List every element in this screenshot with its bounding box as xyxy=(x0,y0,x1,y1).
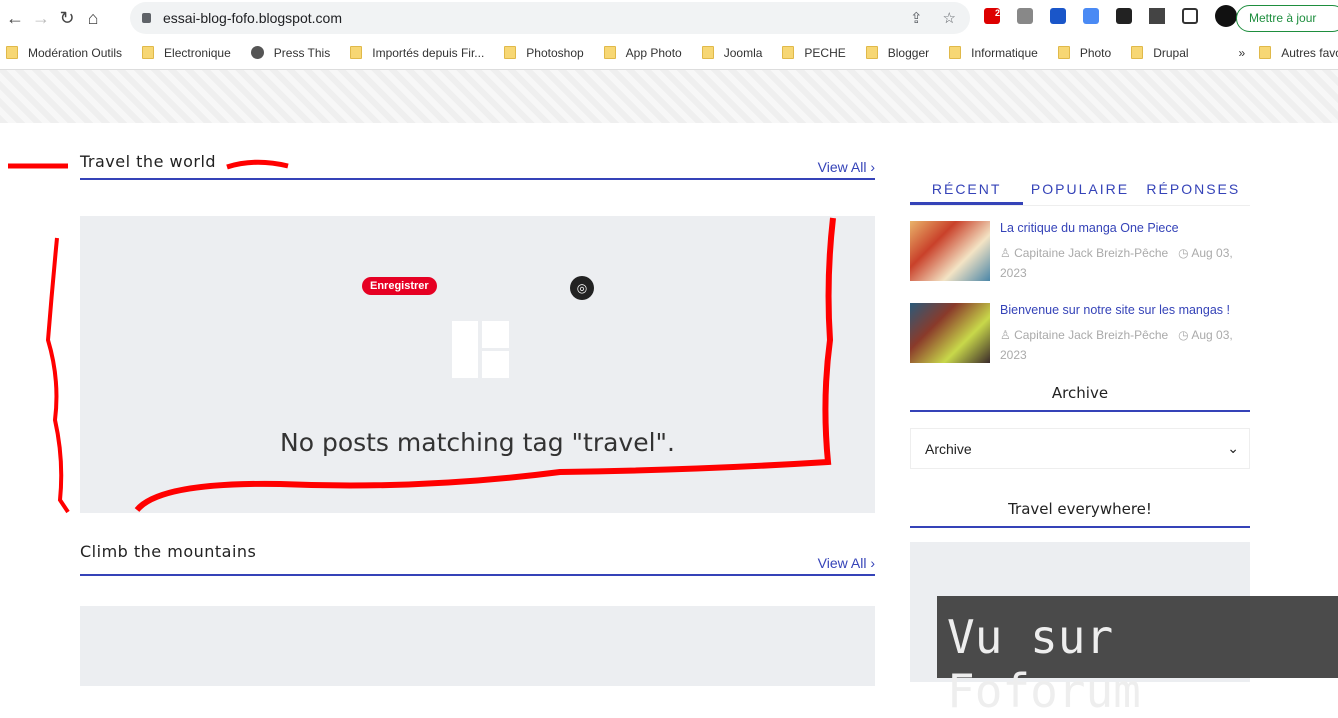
translate-a-extension-icon[interactable] xyxy=(1050,8,1066,24)
section-title: Climb the mountains xyxy=(80,542,257,561)
opera-extension-icon[interactable]: 2 xyxy=(984,8,1000,24)
bookmark-label: Photo xyxy=(1079,45,1112,60)
extension-icon[interactable] xyxy=(1116,8,1132,24)
pinterest-save-button[interactable]: Enregistrer xyxy=(362,277,437,295)
tab-recent[interactable]: RÉCENT xyxy=(910,176,1024,205)
bookmark-label: Blogger xyxy=(887,45,930,60)
bookmark-item[interactable]: Photoshop xyxy=(504,45,584,60)
bookmark-label: App Photo xyxy=(625,45,682,60)
watermark: Vu sur Foforum xyxy=(937,596,1338,718)
view-all-link[interactable]: View All › xyxy=(818,159,875,175)
google-translate-icon[interactable] xyxy=(1083,8,1099,24)
folder-icon xyxy=(865,46,878,59)
no-posts-message: No posts matching tag "travel". xyxy=(280,428,675,457)
header-banner xyxy=(0,70,1338,123)
list-item: Bienvenue sur notre site sur les mangas … xyxy=(910,303,1250,363)
fb-extension-icon[interactable] xyxy=(1017,8,1033,24)
more-bookmarks-button[interactable]: » xyxy=(1239,46,1246,60)
tab-popular[interactable]: POPULAIRE xyxy=(1023,176,1136,205)
lock-icon xyxy=(142,13,151,23)
folder-icon xyxy=(701,46,714,59)
folder-icon xyxy=(782,46,795,59)
folder-icon xyxy=(949,46,962,59)
bookmark-item[interactable]: PECHE xyxy=(782,45,846,60)
puzzle-icon[interactable] xyxy=(1149,8,1165,24)
lens-icon[interactable]: ◎ xyxy=(570,276,594,300)
bookmark-label: Importés depuis Fir... xyxy=(372,45,485,60)
folder-icon xyxy=(1259,46,1272,59)
bookmark-label: PECHE xyxy=(804,45,846,60)
post-author: Capitaine Jack Breizh-Pêche xyxy=(1014,246,1169,260)
post-thumbnail[interactable] xyxy=(910,303,990,363)
bookmark-item[interactable]: Blogger xyxy=(865,45,930,60)
globe-icon xyxy=(250,46,264,59)
bookmark-item[interactable]: Informatique xyxy=(949,46,1038,60)
folder-icon xyxy=(504,46,517,59)
placeholder-image-icon xyxy=(452,321,509,378)
folder-icon xyxy=(1131,46,1144,59)
bookmarks-bar: Modération Outils Electronique Press This I… xyxy=(0,36,1338,70)
archive-select[interactable]: Archive ⌄ xyxy=(910,428,1250,469)
folder-icon xyxy=(1057,46,1070,59)
bookmark-label: Joomla xyxy=(723,45,763,60)
home-icon[interactable]: ⌂ xyxy=(82,8,104,29)
post-meta: ♙ Capitaine Jack Breizh-Pêche ◷ Aug 03, … xyxy=(1000,328,1233,362)
archive-title: Archive xyxy=(910,384,1250,412)
folder-icon xyxy=(350,46,363,59)
post-meta: ♙ Capitaine Jack Breizh-Pêche ◷ Aug 03, … xyxy=(1000,246,1233,280)
folder-icon xyxy=(142,46,155,59)
empty-posts-box: Enregistrer ◎ No posts matching tag "tra… xyxy=(80,216,875,513)
posts-box xyxy=(80,606,875,686)
tab-replies[interactable]: RÉPONSES xyxy=(1137,176,1250,205)
view-all-link[interactable]: View All › xyxy=(818,555,875,571)
section-title: Travel the world xyxy=(80,152,217,171)
bookmark-label: Press This xyxy=(273,45,331,60)
archive-select-value: Archive xyxy=(925,441,972,457)
reload-icon[interactable]: ↻ xyxy=(56,8,78,29)
address-bar[interactable]: essai-blog-fofo.blogspot.com ⇪ ☆ xyxy=(130,2,970,34)
back-icon[interactable]: ← xyxy=(4,8,26,29)
bookmark-label: Autres favoris xyxy=(1281,45,1338,60)
folder-icon xyxy=(603,46,616,59)
post-author: Capitaine Jack Breizh-Pêche xyxy=(1014,328,1169,342)
post-title-link[interactable]: Bienvenue sur notre site sur les mangas … xyxy=(1000,303,1230,317)
url-text: essai-blog-fofo.blogspot.com xyxy=(163,10,342,26)
browser-toolbar: ← → ↻ ⌂ essai-blog-fofo.blogspot.com ⇪ ☆ … xyxy=(0,0,1338,36)
bookmark-label: Drupal xyxy=(1153,45,1189,60)
avatar[interactable] xyxy=(1215,5,1237,27)
star-icon[interactable]: ☆ xyxy=(943,9,956,27)
list-item: La critique du manga One Piece ♙ Capitai… xyxy=(910,221,1250,281)
bookmark-label: Electronique xyxy=(164,45,231,60)
bookmark-item[interactable]: Joomla xyxy=(701,45,763,60)
section-header-travel: Travel the world View All › xyxy=(80,152,875,180)
bookmark-label: Modération Outils xyxy=(28,45,123,60)
sidebar-icon[interactable] xyxy=(1182,8,1198,24)
travel-widget-title: Travel everywhere! xyxy=(910,500,1250,528)
bookmark-label: Photoshop xyxy=(526,45,584,60)
bookmark-label: Informatique xyxy=(971,45,1038,60)
bookmark-item[interactable]: Importés depuis Fir... xyxy=(350,46,484,60)
chevron-down-icon: ⌄ xyxy=(1227,440,1239,456)
share-icon[interactable]: ⇪ xyxy=(910,9,923,27)
bookmark-item[interactable]: Photo xyxy=(1057,45,1112,60)
post-title-link[interactable]: La critique du manga One Piece xyxy=(1000,221,1179,235)
update-button[interactable]: Mettre à jour xyxy=(1236,5,1338,32)
bookmark-item[interactable]: Press This xyxy=(250,45,331,60)
bookmark-item[interactable]: App Photo xyxy=(603,45,682,60)
forward-icon[interactable]: → xyxy=(30,8,52,29)
extensions: 2 xyxy=(984,5,1237,27)
post-thumbnail[interactable] xyxy=(910,221,990,281)
folder-icon xyxy=(6,46,18,59)
bookmark-item[interactable]: Electronique xyxy=(142,46,231,60)
bookmark-item[interactable]: Drupal xyxy=(1131,45,1189,60)
other-bookmarks[interactable]: Autres favoris xyxy=(1259,46,1338,60)
bookmark-item[interactable]: Modération Outils xyxy=(6,46,122,60)
sidebar-tabs: RÉCENT POPULAIRE RÉPONSES xyxy=(910,176,1250,206)
section-header-mountains: Climb the mountains View All › xyxy=(80,542,875,576)
